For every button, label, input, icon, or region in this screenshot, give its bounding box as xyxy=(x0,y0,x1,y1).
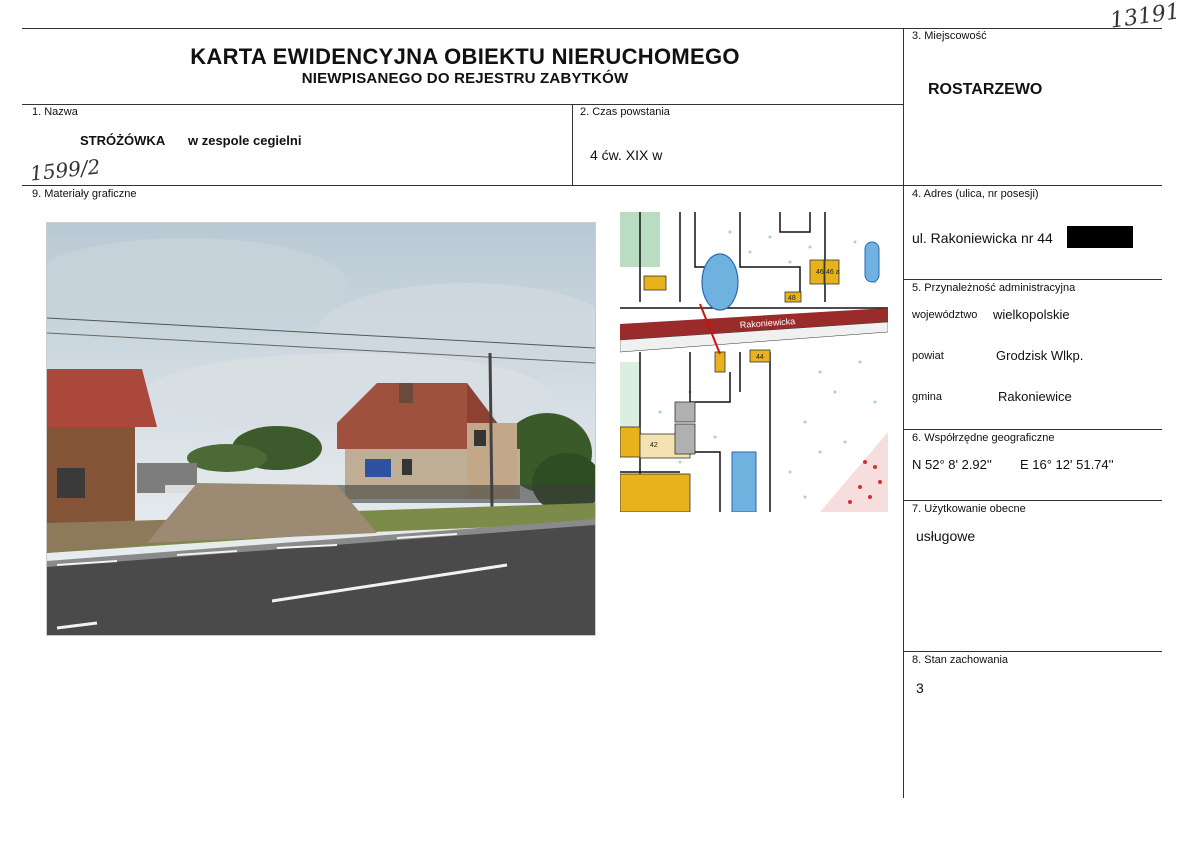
przynaleznosc-label: 5. Przynależność administracyjna xyxy=(912,282,1076,294)
stan-label: 8. Stan zachowania xyxy=(912,654,1009,666)
row-line-1 xyxy=(22,104,904,105)
right-line-5 xyxy=(903,429,1162,430)
frame-top-line xyxy=(22,28,1162,29)
powiat-label: powiat xyxy=(912,350,944,362)
gmina-label: gmina xyxy=(912,391,942,403)
wspolrzedne-label: 6. Współrzędne geograficzne xyxy=(912,432,1055,444)
wspolrzedne-n: N 52° 8' 2.92'' xyxy=(912,457,992,472)
map-house-number: 48 xyxy=(788,295,796,302)
building-photo xyxy=(46,222,596,636)
right-line-6 xyxy=(903,500,1162,501)
handwritten-number-left: 1599/2 xyxy=(28,154,102,186)
uzytkowanie-value: usługowe xyxy=(916,528,976,544)
nazwa-main: STRÓŻÓWKA xyxy=(80,133,166,148)
map-house-number: 44 xyxy=(756,354,764,361)
nazwa-label: 1. Nazwa xyxy=(32,106,78,118)
right-line-4 xyxy=(903,279,1162,280)
nazwa-extra: w zespole cegielni xyxy=(188,133,302,148)
uzytkowanie-label: 7. Użytkowanie obecne xyxy=(912,503,1026,515)
czas-value: 4 ćw. XIX w xyxy=(590,147,663,163)
wspolrzedne-e: E 16° 12' 51.74'' xyxy=(1020,457,1114,472)
adres-label: 4. Adres (ulica, nr posesji) xyxy=(912,188,1039,200)
map-house-number: 46 xyxy=(816,269,824,276)
wojewodztwo-label: województwo xyxy=(912,309,978,321)
gmina-value: Rakoniewice xyxy=(998,389,1072,404)
wojewodztwo-value: wielkopolskie xyxy=(993,307,1070,322)
row-line-2 xyxy=(22,185,1162,186)
right-line-7 xyxy=(903,651,1162,652)
map-house-number: 46 a xyxy=(826,269,840,276)
cadastral-map-illustration: Rakoniewicka 46 46 a 48 44 42 xyxy=(620,212,888,512)
cadastral-map: Rakoniewicka 46 46 a 48 44 42 xyxy=(620,212,888,512)
card-title: KARTA EWIDENCYJNA OBIEKTU NIERUCHOMEGO xyxy=(190,44,740,69)
miejscowosc-value: ROSTARZEWO xyxy=(928,81,1043,98)
card-subtitle: NIEWPISANEGO DO REJESTRU ZABYTKÓW xyxy=(301,70,629,87)
building-photo-illustration xyxy=(47,223,595,635)
powiat-value: Grodzisk Wlkp. xyxy=(996,348,1084,363)
czas-label: 2. Czas powstania xyxy=(580,106,670,118)
map-house-number: 42 xyxy=(650,442,658,449)
stan-value: 3 xyxy=(916,680,924,696)
redaction-box xyxy=(1067,226,1133,248)
col-line-left xyxy=(903,28,904,798)
materialy-label: 9. Materiały graficzne xyxy=(32,188,137,200)
miejscowosc-label: 3. Miejscowość xyxy=(912,30,987,42)
col-line-mid xyxy=(572,104,573,186)
adres-value: ul. Rakoniewicka nr 44 xyxy=(912,230,1053,246)
